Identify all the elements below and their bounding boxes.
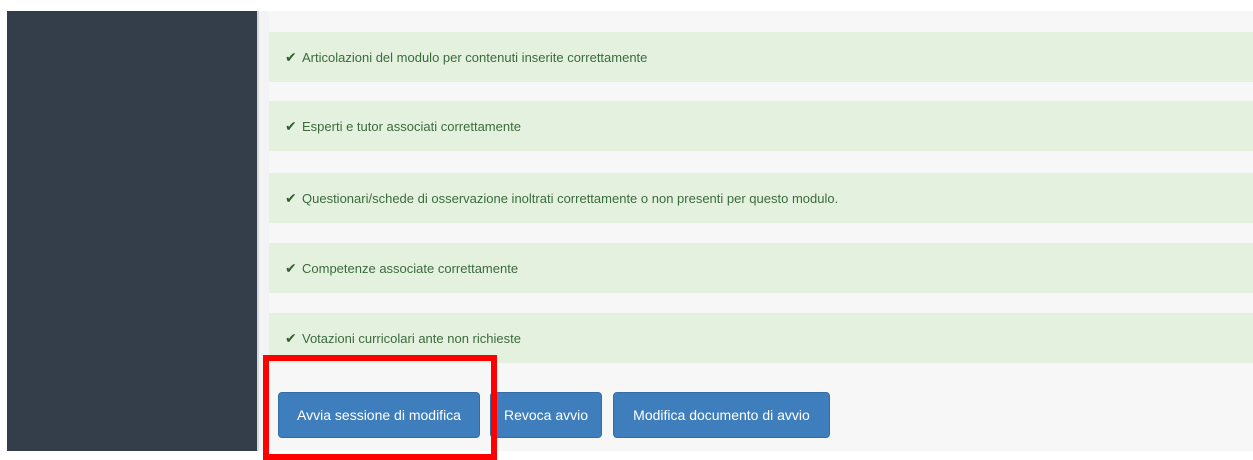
- check-icon: ✔: [285, 330, 297, 346]
- alert-message: Votazioni curricolari ante non richieste: [302, 330, 521, 346]
- alert-message: Articolazioni del modulo per contenuti i…: [302, 49, 648, 65]
- check-icon: ✔: [285, 49, 297, 65]
- alert-questionari: ✔ Questionari/schede di osservazione ino…: [269, 173, 1253, 223]
- alert-articolazioni: ✔ Articolazioni del modulo per contenuti…: [269, 32, 1253, 82]
- alert-competenze: ✔ Competenze associate correttamente: [269, 243, 1253, 293]
- alert-votazioni: ✔ Votazioni curricolari ante non richies…: [269, 313, 1253, 363]
- alert-esperti-tutor: ✔ Esperti e tutor associati correttament…: [269, 101, 1253, 151]
- page: ✔ Articolazioni del modulo per contenuti…: [0, 0, 1253, 460]
- check-icon: ✔: [285, 118, 297, 134]
- start-edit-session-button[interactable]: Avvia sessione di modifica: [278, 392, 480, 438]
- check-icon: ✔: [285, 260, 297, 276]
- edit-start-document-button[interactable]: Modifica documento di avvio: [613, 392, 830, 438]
- validation-panel: ✔ Articolazioni del modulo per contenuti…: [269, 11, 1253, 451]
- alert-message: Competenze associate correttamente: [302, 260, 519, 276]
- check-icon: ✔: [285, 190, 297, 206]
- revoke-start-button[interactable]: Revoca avvio: [490, 392, 602, 438]
- content-divider: [257, 11, 269, 451]
- alert-message: Esperti e tutor associati correttamente: [302, 118, 521, 134]
- sidebar: [7, 11, 257, 451]
- alert-message: Questionari/schede di osservazione inolt…: [302, 190, 839, 206]
